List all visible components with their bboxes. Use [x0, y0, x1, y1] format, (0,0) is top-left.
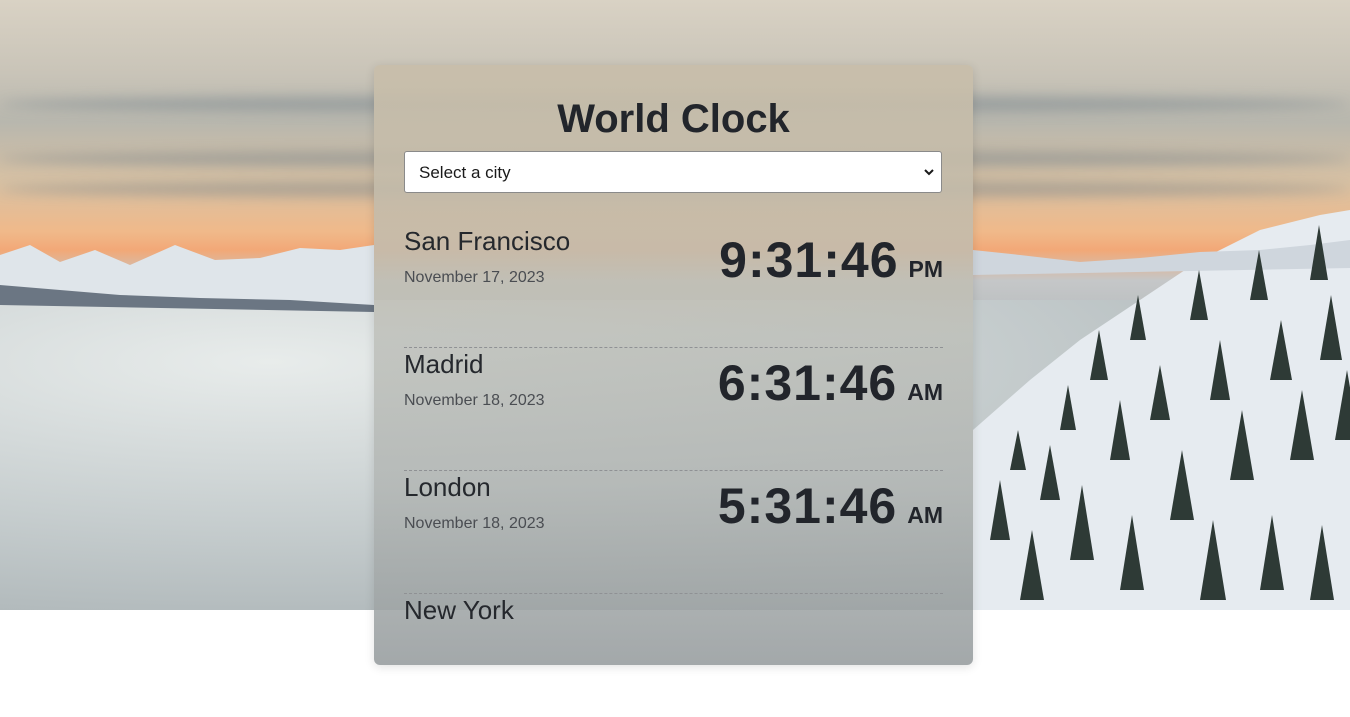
world-clock-card: World Clock Select a city San Francisco … — [374, 65, 973, 665]
city-name: New York — [404, 595, 514, 625]
time-value: 5:31:46 — [717, 478, 898, 534]
clock-row-new-york: New York — [404, 594, 943, 717]
city-name: Madrid — [404, 349, 484, 379]
clock-row-london: London November 18, 2023 5:31:46 AM — [404, 471, 943, 594]
city-name: San Francisco — [404, 226, 571, 256]
city-time: 5:31:46 AM — [718, 477, 943, 535]
am-pm-indicator: AM — [907, 379, 943, 405]
am-pm-indicator: AM — [907, 502, 943, 528]
city-date: November 18, 2023 — [404, 392, 545, 409]
time-value: 9:31:46 — [719, 232, 899, 288]
city-time — [933, 600, 943, 658]
city-select-value: Select a city — [419, 163, 511, 182]
city-name: London — [404, 472, 491, 502]
city-time: 9:31:46 PM — [719, 231, 943, 289]
clock-row-san-francisco: San Francisco November 17, 2023 9:31:46 P… — [404, 225, 943, 348]
clock-row-madrid: Madrid November 18, 2023 6:31:46 AM — [404, 348, 943, 471]
city-date: November 17, 2023 — [404, 269, 545, 286]
city-date: November 18, 2023 — [404, 515, 545, 532]
page-title: World Clock — [557, 97, 790, 141]
am-pm-indicator: PM — [908, 256, 944, 282]
city-select[interactable]: Select a city — [404, 151, 942, 193]
time-value: 6:31:46 — [717, 355, 898, 411]
chevron-down-icon — [924, 169, 934, 176]
city-time: 6:31:46 AM — [718, 354, 943, 412]
